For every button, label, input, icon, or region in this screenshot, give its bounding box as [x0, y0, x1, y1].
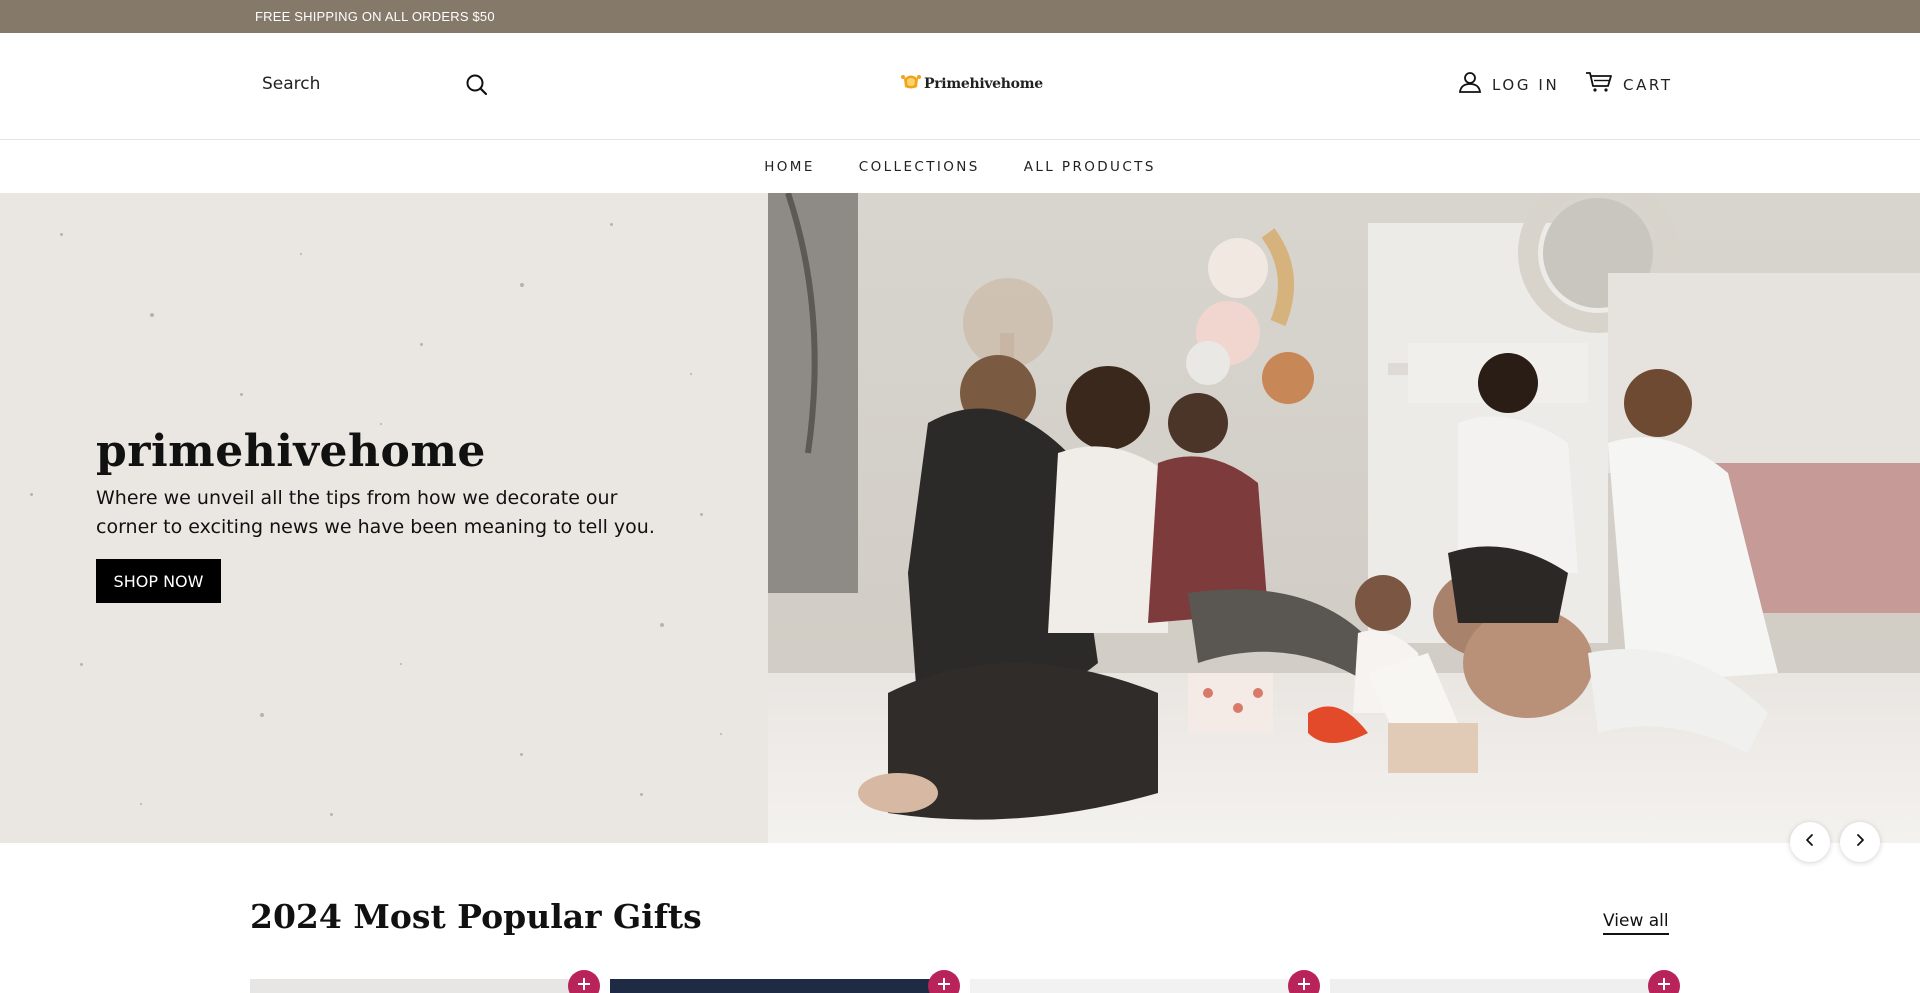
product-image[interactable] — [1330, 979, 1676, 993]
slide-next-button[interactable] — [1840, 822, 1880, 862]
chevron-left-icon — [1803, 833, 1817, 852]
logo-icon — [900, 71, 922, 96]
product-card[interactable] — [610, 970, 960, 993]
hero-slideshow: primehivehome Where we unveil all the ti… — [0, 193, 1920, 862]
add-to-cart-button[interactable] — [928, 970, 960, 993]
products-section-title: 2024 Most Popular Gifts — [250, 897, 702, 936]
add-to-cart-button[interactable] — [568, 970, 600, 993]
chevron-right-icon — [1853, 833, 1867, 852]
plus-icon — [576, 976, 592, 993]
search-icon[interactable] — [464, 72, 490, 98]
user-icon — [1458, 71, 1482, 98]
plus-icon — [1656, 976, 1672, 993]
product-image[interactable] — [970, 979, 1316, 993]
announcement-bar: FREE SHIPPING ON ALL ORDERS $50 — [0, 0, 1920, 33]
plus-icon — [936, 976, 952, 993]
main-nav: HOME COLLECTIONS ALL PRODUCTS — [0, 140, 1920, 193]
login-link[interactable]: LOG IN — [1458, 71, 1559, 98]
product-card[interactable] — [250, 970, 600, 993]
cart-icon — [1585, 71, 1613, 98]
site-logo[interactable]: Primehivehome — [900, 71, 1043, 96]
login-label: LOG IN — [1492, 75, 1560, 94]
hero-text-panel: primehivehome Where we unveil all the ti… — [0, 193, 768, 843]
cart-label: CART — [1623, 75, 1673, 94]
cart-link[interactable]: CART — [1585, 71, 1673, 98]
view-all-link[interactable]: View all — [1603, 911, 1669, 935]
product-image[interactable] — [610, 979, 956, 993]
product-card[interactable] — [1330, 970, 1680, 993]
hero-title: primehivehome — [96, 426, 486, 477]
nav-item-all-products[interactable]: ALL PRODUCTS — [1024, 159, 1156, 175]
nav-item-home[interactable]: HOME — [764, 159, 815, 175]
announcement-text: FREE SHIPPING ON ALL ORDERS $50 — [255, 9, 495, 24]
family-gift-photo-icon — [768, 193, 1920, 843]
logo-text: Primehivehome — [924, 75, 1043, 92]
add-to-cart-button[interactable] — [1288, 970, 1320, 993]
plus-icon — [1296, 976, 1312, 993]
site-header: Primehivehome LOG IN CART — [0, 33, 1920, 140]
hero-image — [768, 193, 1920, 843]
search-input[interactable] — [250, 74, 450, 94]
product-image[interactable] — [250, 979, 596, 993]
hero-subtitle: Where we unveil all the tips from how we… — [96, 487, 655, 538]
nav-item-collections[interactable]: COLLECTIONS — [859, 159, 980, 175]
add-to-cart-button[interactable] — [1648, 970, 1680, 993]
slide-prev-button[interactable] — [1790, 822, 1830, 862]
shop-now-button[interactable]: SHOP NOW — [96, 559, 221, 603]
product-card[interactable] — [970, 970, 1320, 993]
search-form — [250, 65, 496, 103]
